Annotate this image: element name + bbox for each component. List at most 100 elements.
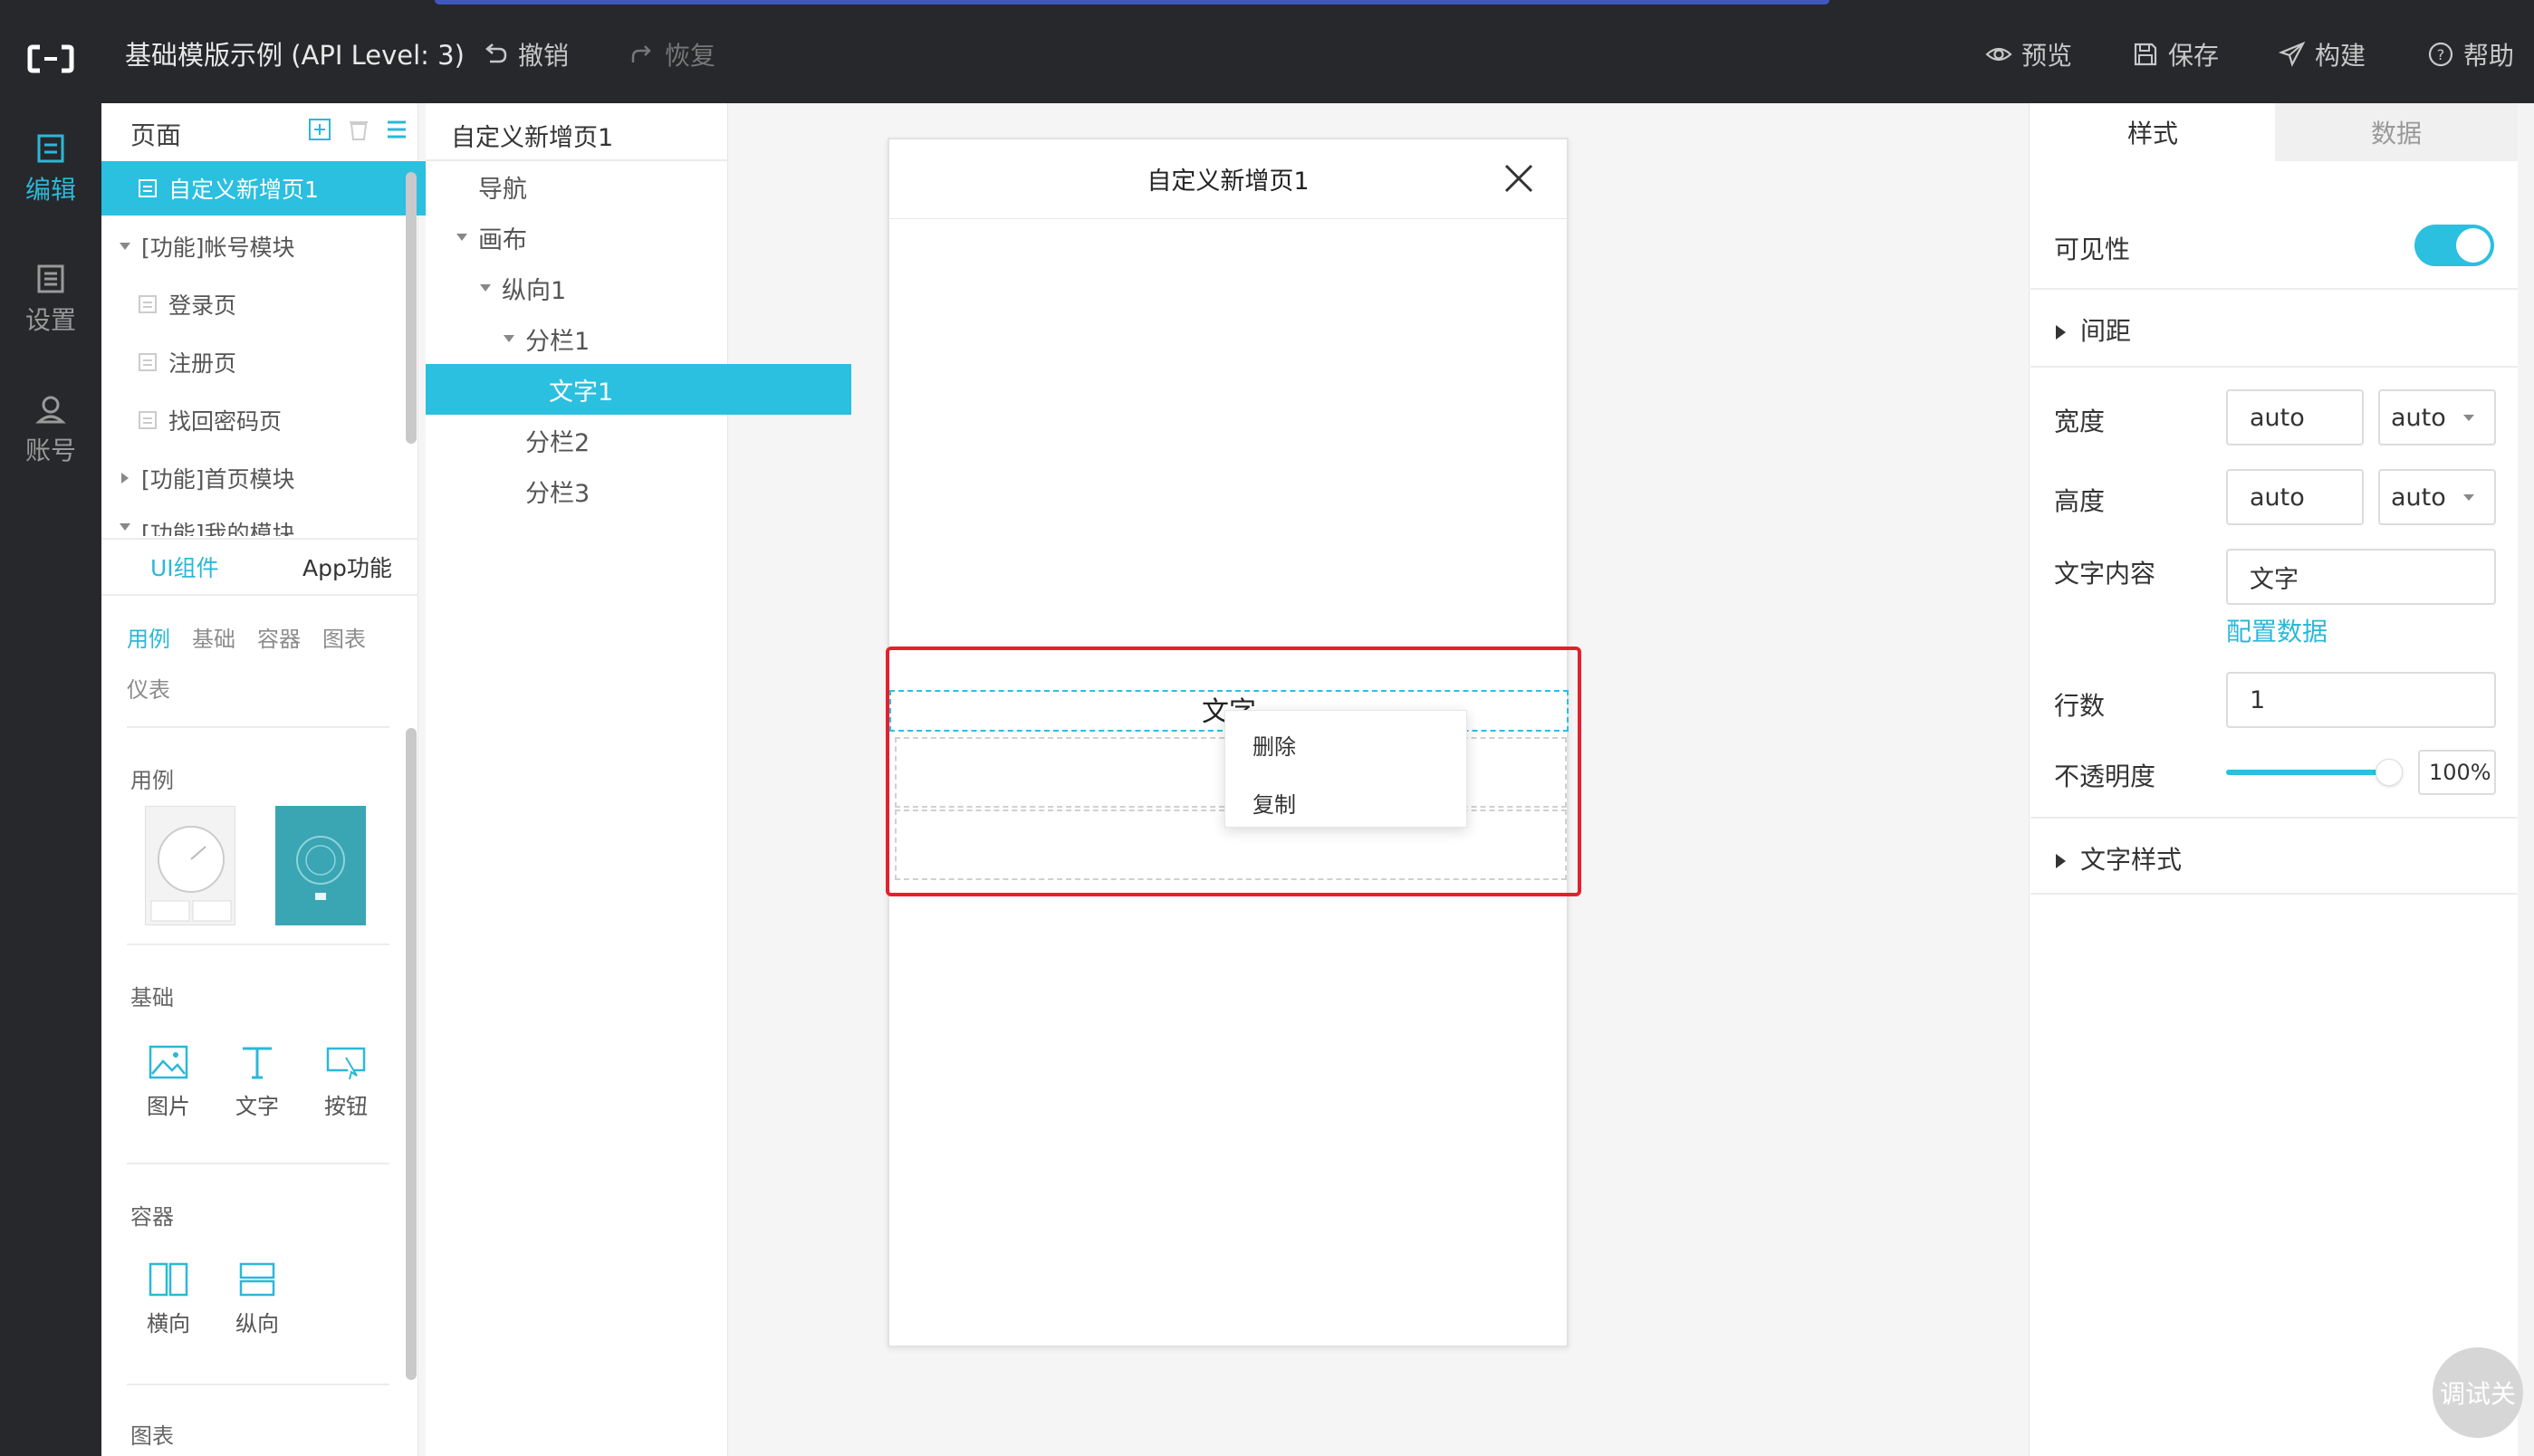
category-examples[interactable]: 用例 <box>127 621 170 653</box>
layer-column3[interactable]: 分栏3 <box>426 465 828 516</box>
nav-account[interactable]: 账号 <box>0 393 101 467</box>
category-chart[interactable]: 图表 <box>322 621 366 653</box>
component-label: 横向 <box>147 1311 190 1336</box>
page-group-account[interactable]: [功能]帐号模块 <box>101 219 418 273</box>
opacity-slider-fill <box>2226 770 2389 775</box>
divider <box>2030 366 2518 368</box>
component-text[interactable]: 文字 <box>221 1045 293 1120</box>
width-label: 宽度 <box>2054 407 2106 436</box>
build-button[interactable]: 构建 <box>2279 36 2366 72</box>
component-button[interactable]: 按钮 <box>310 1045 382 1120</box>
device-thumbnail-icon <box>296 836 345 900</box>
eye-icon <box>1985 47 2012 62</box>
section-basic-title: 基础 <box>130 985 174 1011</box>
layer-vertical1[interactable]: 纵向1 <box>426 263 782 313</box>
height-unit-select[interactable]: auto <box>2378 469 2496 525</box>
add-page-icon[interactable] <box>308 118 331 141</box>
height-input[interactable]: auto <box>2226 469 2364 525</box>
delete-page-icon[interactable] <box>348 118 370 141</box>
debug-toggle-button[interactable]: 调试关 <box>2433 1347 2523 1438</box>
undo-button[interactable]: 撤销 <box>482 36 569 72</box>
close-icon[interactable] <box>1503 163 1534 194</box>
components-scrollbar[interactable] <box>406 728 417 1380</box>
divider <box>127 726 389 728</box>
tab-ui-components[interactable]: UI组件 <box>150 551 219 583</box>
component-vertical[interactable]: 纵向 <box>221 1262 293 1337</box>
layer-label: 纵向1 <box>502 276 567 305</box>
pages-scrollbar[interactable] <box>406 172 417 444</box>
layer-label: 分栏2 <box>525 428 590 457</box>
page-item-label: 登录页 <box>168 292 237 319</box>
preview-button[interactable]: 预览 <box>1985 36 2072 72</box>
save-button[interactable]: 保存 <box>2132 36 2219 72</box>
context-delete[interactable]: 删除 <box>1253 729 1296 761</box>
help-label: 帮助 <box>2463 41 2515 71</box>
page-item-label: 找回密码页 <box>168 408 283 435</box>
menu-icon[interactable] <box>386 120 408 139</box>
phone-nav-bar: 自定义新增页1 <box>888 138 1569 219</box>
layer-label: 分栏1 <box>525 327 590 356</box>
page-group-mine[interactable]: [功能]我的模块 <box>101 509 418 536</box>
help-button[interactable]: ? 帮助 <box>2427 36 2514 72</box>
layer-column1[interactable]: 分栏1 <box>426 313 806 364</box>
component-image[interactable]: 图片 <box>132 1045 205 1120</box>
visibility-toggle[interactable] <box>2414 225 2494 266</box>
image-icon <box>149 1045 188 1079</box>
width-unit-select[interactable]: auto <box>2378 389 2496 445</box>
category-gauge[interactable]: 仪表 <box>127 672 170 704</box>
tab-style[interactable]: 样式 <box>2030 103 2275 161</box>
page-item-label: 注册页 <box>168 350 237 377</box>
lines-label: 行数 <box>2054 691 2106 721</box>
divider <box>127 1384 389 1385</box>
config-data-link[interactable]: 配置数据 <box>2226 612 2328 648</box>
example-thumbnail-device[interactable] <box>275 806 366 925</box>
save-label: 保存 <box>2168 41 2220 71</box>
divider <box>127 944 389 945</box>
width-input[interactable]: auto <box>2226 389 2364 445</box>
layer-canvas[interactable]: 画布 <box>426 212 759 263</box>
divider <box>101 594 418 596</box>
text-content-input[interactable]: 文字 <box>2226 549 2496 605</box>
toggle-knob <box>2456 228 2491 263</box>
category-basic[interactable]: 基础 <box>192 621 235 653</box>
caret-down-icon <box>456 234 467 241</box>
pages-panel: 页面 自定义新增页1 [功能]帐号模块 登录页 注册页 找回密码页 [功能]首页… <box>101 103 435 1456</box>
example-thumbnail-gauge[interactable] <box>145 806 235 925</box>
tab-data[interactable]: 数据 <box>2275 103 2518 161</box>
layer-text1[interactable]: 文字1 <box>426 364 851 415</box>
layer-nav[interactable]: 导航 <box>426 161 781 212</box>
tab-app-features[interactable]: App功能 <box>302 551 392 583</box>
lines-input[interactable]: 1 <box>2226 672 2496 728</box>
text-style-section[interactable]: 文字样式 <box>2056 840 2182 876</box>
top-highlight-strip <box>435 0 1829 5</box>
nav-edit[interactable]: 编辑 <box>0 132 101 206</box>
page-item-login[interactable]: 登录页 <box>101 277 437 331</box>
page-icon <box>139 179 157 197</box>
component-horizontal[interactable]: 横向 <box>132 1262 205 1337</box>
phone-page-title: 自定义新增页1 <box>1147 168 1310 196</box>
divider <box>127 1163 389 1164</box>
visibility-label: 可见性 <box>2054 235 2131 264</box>
page-group-home[interactable]: [功能]首页模块 <box>101 451 418 505</box>
section-container-title: 容器 <box>130 1204 174 1230</box>
context-copy[interactable]: 复制 <box>1253 787 1296 819</box>
section-examples-title: 用例 <box>130 768 174 793</box>
page-item-label: 自定义新增页1 <box>168 177 319 203</box>
category-container[interactable]: 容器 <box>257 621 301 653</box>
nav-settings[interactable]: 设置 <box>0 263 101 337</box>
opacity-value[interactable]: 100% <box>2418 750 2496 795</box>
page-item-forgot[interactable]: 找回密码页 <box>101 393 437 447</box>
redo-button[interactable]: 恢复 <box>629 36 715 72</box>
spacing-section[interactable]: 间距 <box>2056 311 2131 348</box>
caret-right-icon <box>121 473 129 484</box>
page-item-custom1[interactable]: 自定义新增页1 <box>101 161 435 216</box>
layer-label: 画布 <box>478 225 527 254</box>
layer-column2[interactable]: 分栏2 <box>426 415 828 465</box>
triangle-right-icon <box>2056 325 2066 340</box>
undo-label: 撤销 <box>518 41 570 71</box>
opacity-label: 不透明度 <box>2054 762 2156 791</box>
page-item-register[interactable]: 注册页 <box>101 335 437 389</box>
layer-panel: 自定义新增页1 导航 画布 纵向1 分栏1 文字1 分栏2 分栏3 <box>426 103 851 1456</box>
opacity-slider-track[interactable] <box>2226 770 2389 775</box>
opacity-slider-handle[interactable] <box>2376 759 2403 786</box>
